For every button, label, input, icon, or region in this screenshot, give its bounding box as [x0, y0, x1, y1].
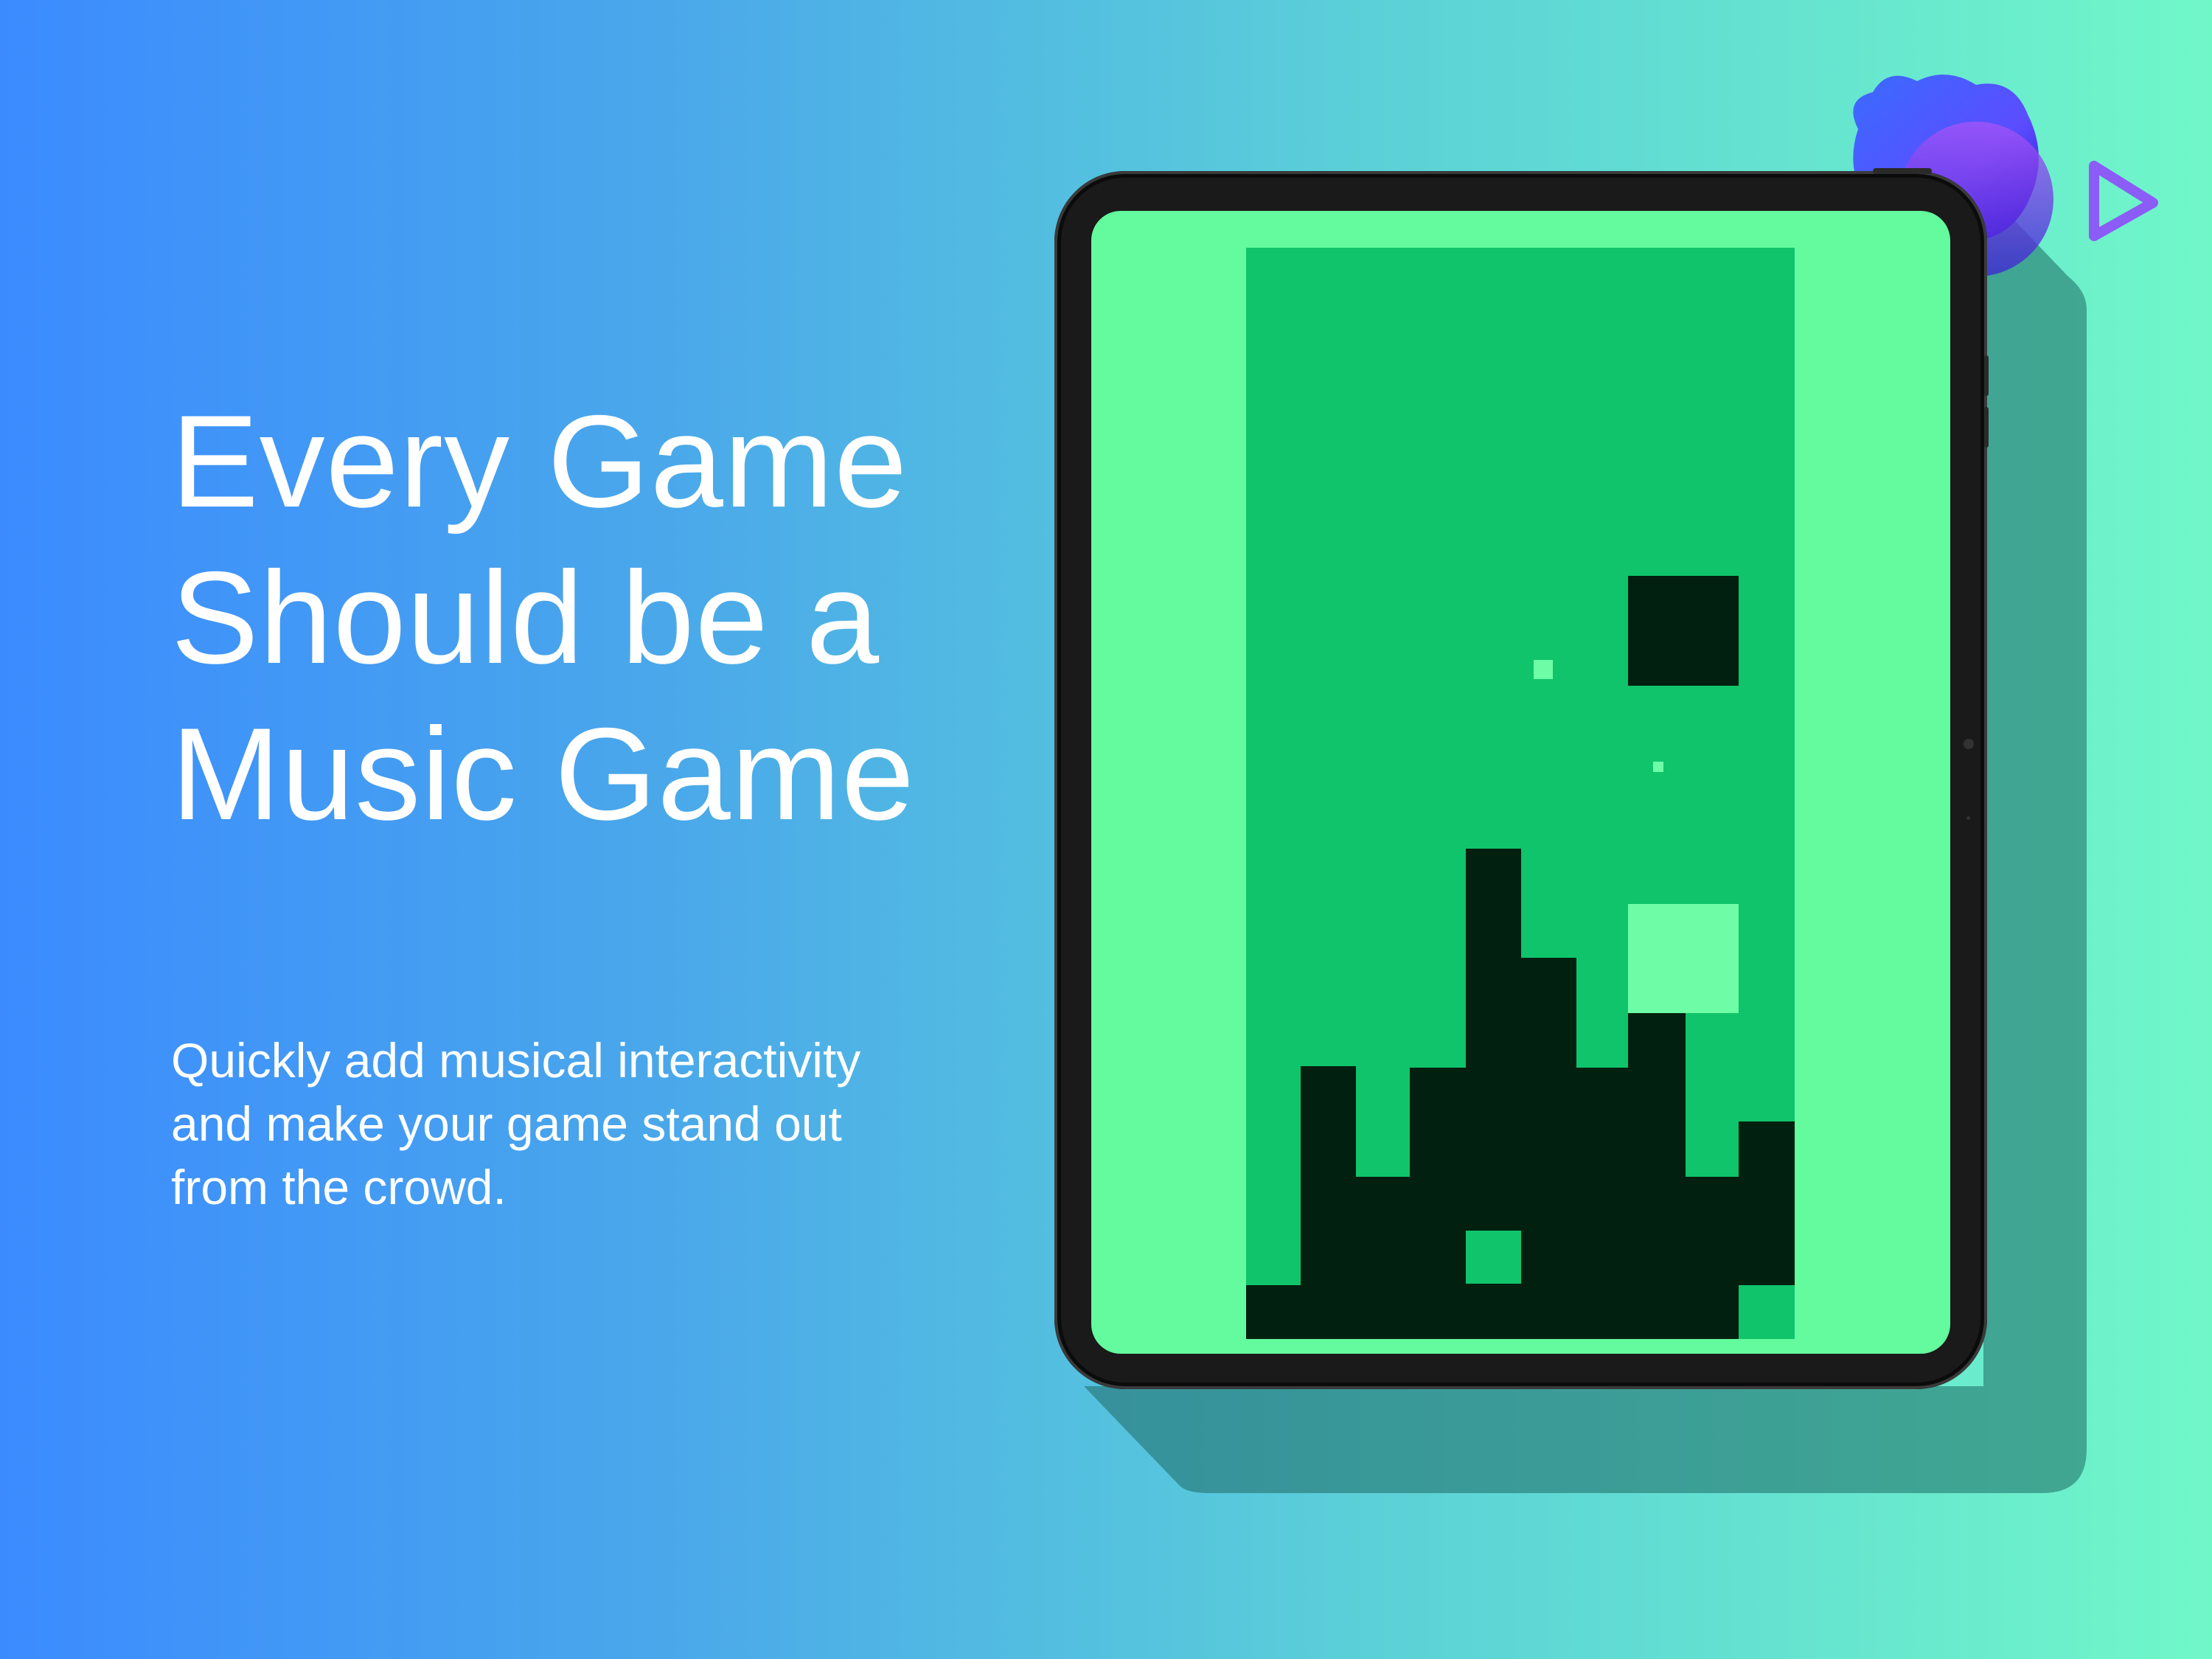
- stack-block: [1628, 1009, 1686, 1339]
- stack-block: [1356, 1177, 1410, 1339]
- tablet-volume-down-button: [1984, 407, 1989, 448]
- play-triangle-icon: [2089, 161, 2158, 241]
- game-playfield[interactable]: [1246, 248, 1795, 1339]
- headline-line-2: Should be a: [171, 544, 880, 691]
- gap-block: [1466, 1231, 1521, 1284]
- tablet-device: [1054, 168, 1989, 1389]
- stack-block: [1410, 1068, 1466, 1339]
- headline: Every Game Should be a Music Game: [171, 383, 982, 852]
- tablet-camera-icon: [1964, 739, 1974, 749]
- stack-block: [1301, 1066, 1356, 1339]
- highlight-block-light: [1628, 904, 1739, 1013]
- headline-line-3: Music Game: [171, 700, 915, 847]
- subtitle-line-3: from the crowd.: [171, 1160, 507, 1214]
- game-screen[interactable]: [1091, 211, 1950, 1354]
- stack-block: [1686, 1177, 1739, 1339]
- falling-block-dark: [1628, 576, 1739, 686]
- stack-block: [1521, 958, 1576, 1339]
- headline-line-1: Every Game: [171, 388, 908, 535]
- note-particle: [1534, 660, 1553, 679]
- subtitle-line-2: and make your game stand out: [171, 1096, 842, 1151]
- tablet-sensor: [1966, 816, 1970, 820]
- subtitle: Quickly add musical interactivity and ma…: [171, 1029, 1019, 1219]
- stack-block: [1739, 1121, 1795, 1285]
- subtitle-line-1: Quickly add musical interactivity: [171, 1033, 861, 1088]
- note-particle: [1653, 762, 1663, 772]
- stack-block: [1246, 1285, 1301, 1339]
- stack-block: [1576, 1068, 1628, 1339]
- tablet-volume-up-button: [1984, 355, 1989, 396]
- tablet-top-button: [1873, 168, 1932, 174]
